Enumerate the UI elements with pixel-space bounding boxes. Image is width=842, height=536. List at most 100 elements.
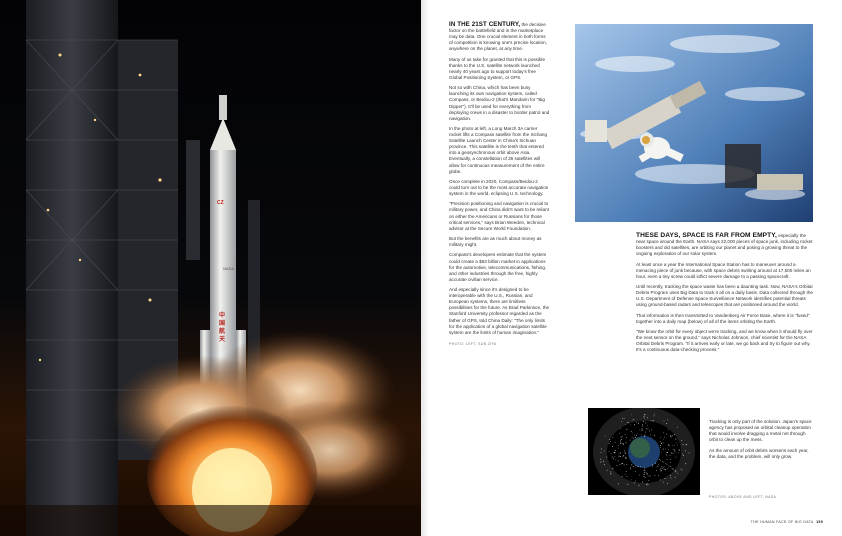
debris-dot xyxy=(621,420,623,422)
debris-dot xyxy=(623,443,625,445)
debris-dot xyxy=(647,484,649,486)
debris-dot xyxy=(668,444,669,446)
debris-dot xyxy=(659,468,661,470)
debris-dot xyxy=(662,481,664,483)
lead-in-heading: IN THE 21ST CENTURY, xyxy=(449,21,521,28)
debris-dot xyxy=(665,453,667,455)
debris-dot xyxy=(670,477,672,479)
debris-dot xyxy=(645,431,646,433)
lead-in-heading: THESE DAYS, SPACE IS FAR FROM EMPTY, xyxy=(636,232,777,239)
debris-dot xyxy=(600,458,602,460)
debris-dot xyxy=(672,468,674,470)
debris-dot xyxy=(650,420,652,422)
debris-dot xyxy=(603,461,605,463)
debris-dot xyxy=(644,477,646,479)
debris-dot xyxy=(645,428,647,430)
debris-dot xyxy=(669,459,671,461)
debris-dot xyxy=(658,463,660,465)
debris-dot xyxy=(609,439,611,440)
debris-dot xyxy=(643,416,645,418)
debris-dot xyxy=(660,459,661,461)
debris-dot xyxy=(675,456,677,458)
debris-dot xyxy=(658,475,660,477)
debris-dot xyxy=(646,417,648,419)
debris-dot xyxy=(676,426,678,428)
debris-dot xyxy=(642,421,644,422)
space-debris-article-column: THESE DAYS, SPACE IS FAR FROM EMPTY, esp… xyxy=(636,232,813,358)
debris-dot xyxy=(671,467,673,469)
debris-dot xyxy=(674,476,676,478)
debris-dot xyxy=(659,445,661,446)
debris-dot xyxy=(637,466,639,468)
debris-dot xyxy=(652,466,653,468)
debris-dot xyxy=(659,446,661,448)
debris-dot xyxy=(634,424,635,426)
debris-dot xyxy=(636,434,637,436)
debris-dot xyxy=(614,450,616,451)
debris-dot xyxy=(685,444,687,446)
debris-dot xyxy=(668,465,670,467)
debris-dot xyxy=(622,443,624,444)
debris-dot xyxy=(680,468,682,470)
debris-dot xyxy=(631,414,633,416)
debris-dot xyxy=(650,434,651,436)
debris-dot xyxy=(663,420,665,422)
debris-dot xyxy=(656,465,658,467)
debris-dot xyxy=(674,433,676,435)
debris-dot xyxy=(631,419,633,421)
debris-dot xyxy=(661,442,663,444)
debris-dot xyxy=(657,465,659,467)
debris-dot xyxy=(627,483,629,485)
debris-dot xyxy=(638,484,640,486)
debris-dot xyxy=(662,461,664,463)
debris-dot xyxy=(682,444,684,446)
debris-dot xyxy=(610,471,612,473)
debris-dot xyxy=(675,471,677,473)
debris-dot xyxy=(674,451,676,453)
debris-dot xyxy=(669,454,671,456)
spacewalk-photo xyxy=(575,24,813,222)
debris-dot xyxy=(648,479,650,481)
debris-dot xyxy=(625,457,627,459)
debris-dot xyxy=(625,442,627,444)
debris-dot xyxy=(662,442,664,444)
debris-dot xyxy=(665,463,667,465)
debris-dot xyxy=(658,459,660,460)
debris-dot xyxy=(643,473,645,475)
debris-dot xyxy=(667,468,669,470)
rocket-side-marking: NASA xyxy=(223,266,234,271)
debris-dot xyxy=(633,434,635,436)
debris-dot xyxy=(663,466,665,468)
debris-dot xyxy=(661,470,663,472)
debris-dot xyxy=(610,453,612,455)
debris-dot xyxy=(621,476,623,477)
debris-dot xyxy=(646,484,648,486)
article-paragraph: "Precision positioning and navigation is… xyxy=(449,201,549,231)
debris-dot xyxy=(608,443,610,444)
left-page: 中国航天 CZ NASA xyxy=(0,0,421,536)
debris-dot xyxy=(664,436,666,438)
debris-dot xyxy=(678,452,680,454)
debris-dot xyxy=(646,473,648,475)
debris-dot xyxy=(626,436,627,438)
debris-dot xyxy=(625,470,627,472)
debris-dot xyxy=(669,474,671,476)
debris-dot xyxy=(639,474,641,476)
debris-dot xyxy=(624,473,626,475)
debris-dot xyxy=(640,434,642,436)
debris-dot xyxy=(636,421,638,423)
debris-dot xyxy=(654,413,656,415)
debris-dot xyxy=(670,435,672,436)
debris-dot xyxy=(668,445,670,447)
debris-dot xyxy=(663,461,665,463)
debris-dot xyxy=(655,470,657,472)
debris-dot xyxy=(647,428,649,430)
debris-dot xyxy=(643,417,645,419)
photo-credit-left: PHOTO: LEFT, SUN ZIFA xyxy=(449,341,497,346)
debris-dot xyxy=(659,437,661,439)
debris-dot xyxy=(617,483,619,485)
debris-dot xyxy=(645,422,647,424)
debris-dot xyxy=(674,449,676,451)
debris-dot xyxy=(631,436,633,438)
debris-dot xyxy=(632,437,634,439)
